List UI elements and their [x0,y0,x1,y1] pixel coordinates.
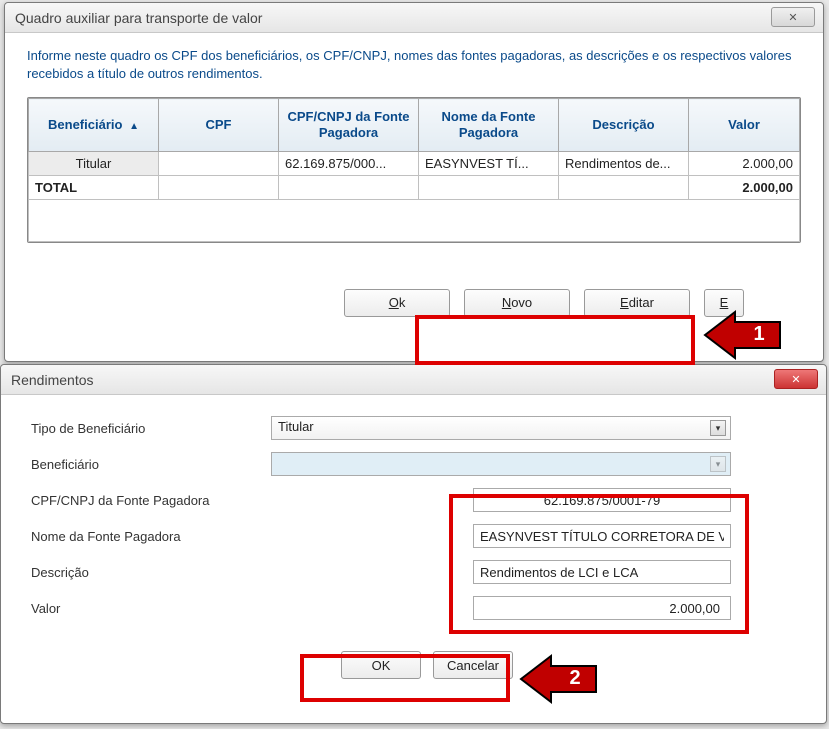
close-button[interactable]: ✕ [771,7,815,27]
aux-content: Informe neste quadro os CPF dos benefici… [5,33,823,331]
valor-input[interactable] [473,596,731,620]
chevron-down-icon: ▾ [710,456,726,472]
close-icon: ✕ [791,373,800,386]
intro-text: Informe neste quadro os CPF dos benefici… [27,47,801,83]
sort-up-icon: ▲ [129,121,139,132]
nome-input[interactable] [473,524,731,548]
editar-button[interactable]: Editar [584,289,690,317]
label-nome: Nome da Fonte Pagadora [31,529,271,544]
col-descricao[interactable]: Descrição [559,99,689,151]
label-cpfcnpj: CPF/CNPJ da Fonte Pagadora [31,493,271,508]
col-valor[interactable]: Valor [689,99,800,151]
label-tipo: Tipo de Beneficiário [31,421,271,436]
button-row: Ok Novo Editar E [27,289,801,317]
total-row: TOTAL 2.000,00 [29,175,800,199]
rend-titlebar: Rendimentos ✕ [1,365,826,395]
tipo-combo[interactable]: Titular ▾ [271,416,731,440]
cancelar-button[interactable]: Cancelar [433,651,513,679]
grid: Beneficiário ▲ CPF CPF/CNPJ da Fonte Pag… [27,97,801,242]
header-row: Beneficiário ▲ CPF CPF/CNPJ da Fonte Pag… [29,99,800,151]
extra-button[interactable]: E [704,289,744,317]
chevron-down-icon: ▾ [710,420,726,436]
cell-descricao: Rendimentos de... [559,151,689,175]
descricao-input[interactable] [473,560,731,584]
beneficiario-combo: ▾ [271,452,731,476]
col-cpf[interactable]: CPF [159,99,279,151]
col-nome[interactable]: Nome da Fonte Pagadora [419,99,559,151]
cell-valor: 2.000,00 [689,151,800,175]
rendimentos-window: Rendimentos ✕ Tipo de Beneficiário Titul… [0,364,827,724]
close-button[interactable]: ✕ [774,369,818,389]
total-label: TOTAL [29,175,159,199]
label-valor: Valor [31,601,271,616]
cell-cpf [159,151,279,175]
rend-title: Rendimentos [11,372,94,388]
aux-title: Quadro auxiliar para transporte de valor [15,10,262,26]
total-valor: 2.000,00 [689,175,800,199]
aux-titlebar: Quadro auxiliar para transporte de valor… [5,3,823,33]
ok-button[interactable]: OK [341,651,421,679]
novo-button[interactable]: Novo [464,289,570,317]
table-row[interactable]: Titular 62.169.875/000... EASYNVEST TÍ..… [29,151,800,175]
cell-nome: EASYNVEST TÍ... [419,151,559,175]
col-beneficiario[interactable]: Beneficiário ▲ [29,99,159,151]
close-icon: ✕ [788,11,797,24]
empty-row [29,199,800,241]
cell-beneficiario: Titular [29,151,159,175]
label-beneficiario: Beneficiário [31,457,271,472]
rend-form: Tipo de Beneficiário Titular ▾ Beneficiá… [1,395,826,689]
ok-button[interactable]: Ok [344,289,450,317]
rend-button-row: OK Cancelar [31,651,796,679]
cell-cpfcnpj: 62.169.875/000... [279,151,419,175]
label-descricao: Descrição [31,565,271,580]
tipo-value: Titular [278,419,314,434]
cpfcnpj-input[interactable] [473,488,731,512]
aux-window: Quadro auxiliar para transporte de valor… [4,2,824,362]
col-cpfcnpj[interactable]: CPF/CNPJ da Fonte Pagadora [279,99,419,151]
